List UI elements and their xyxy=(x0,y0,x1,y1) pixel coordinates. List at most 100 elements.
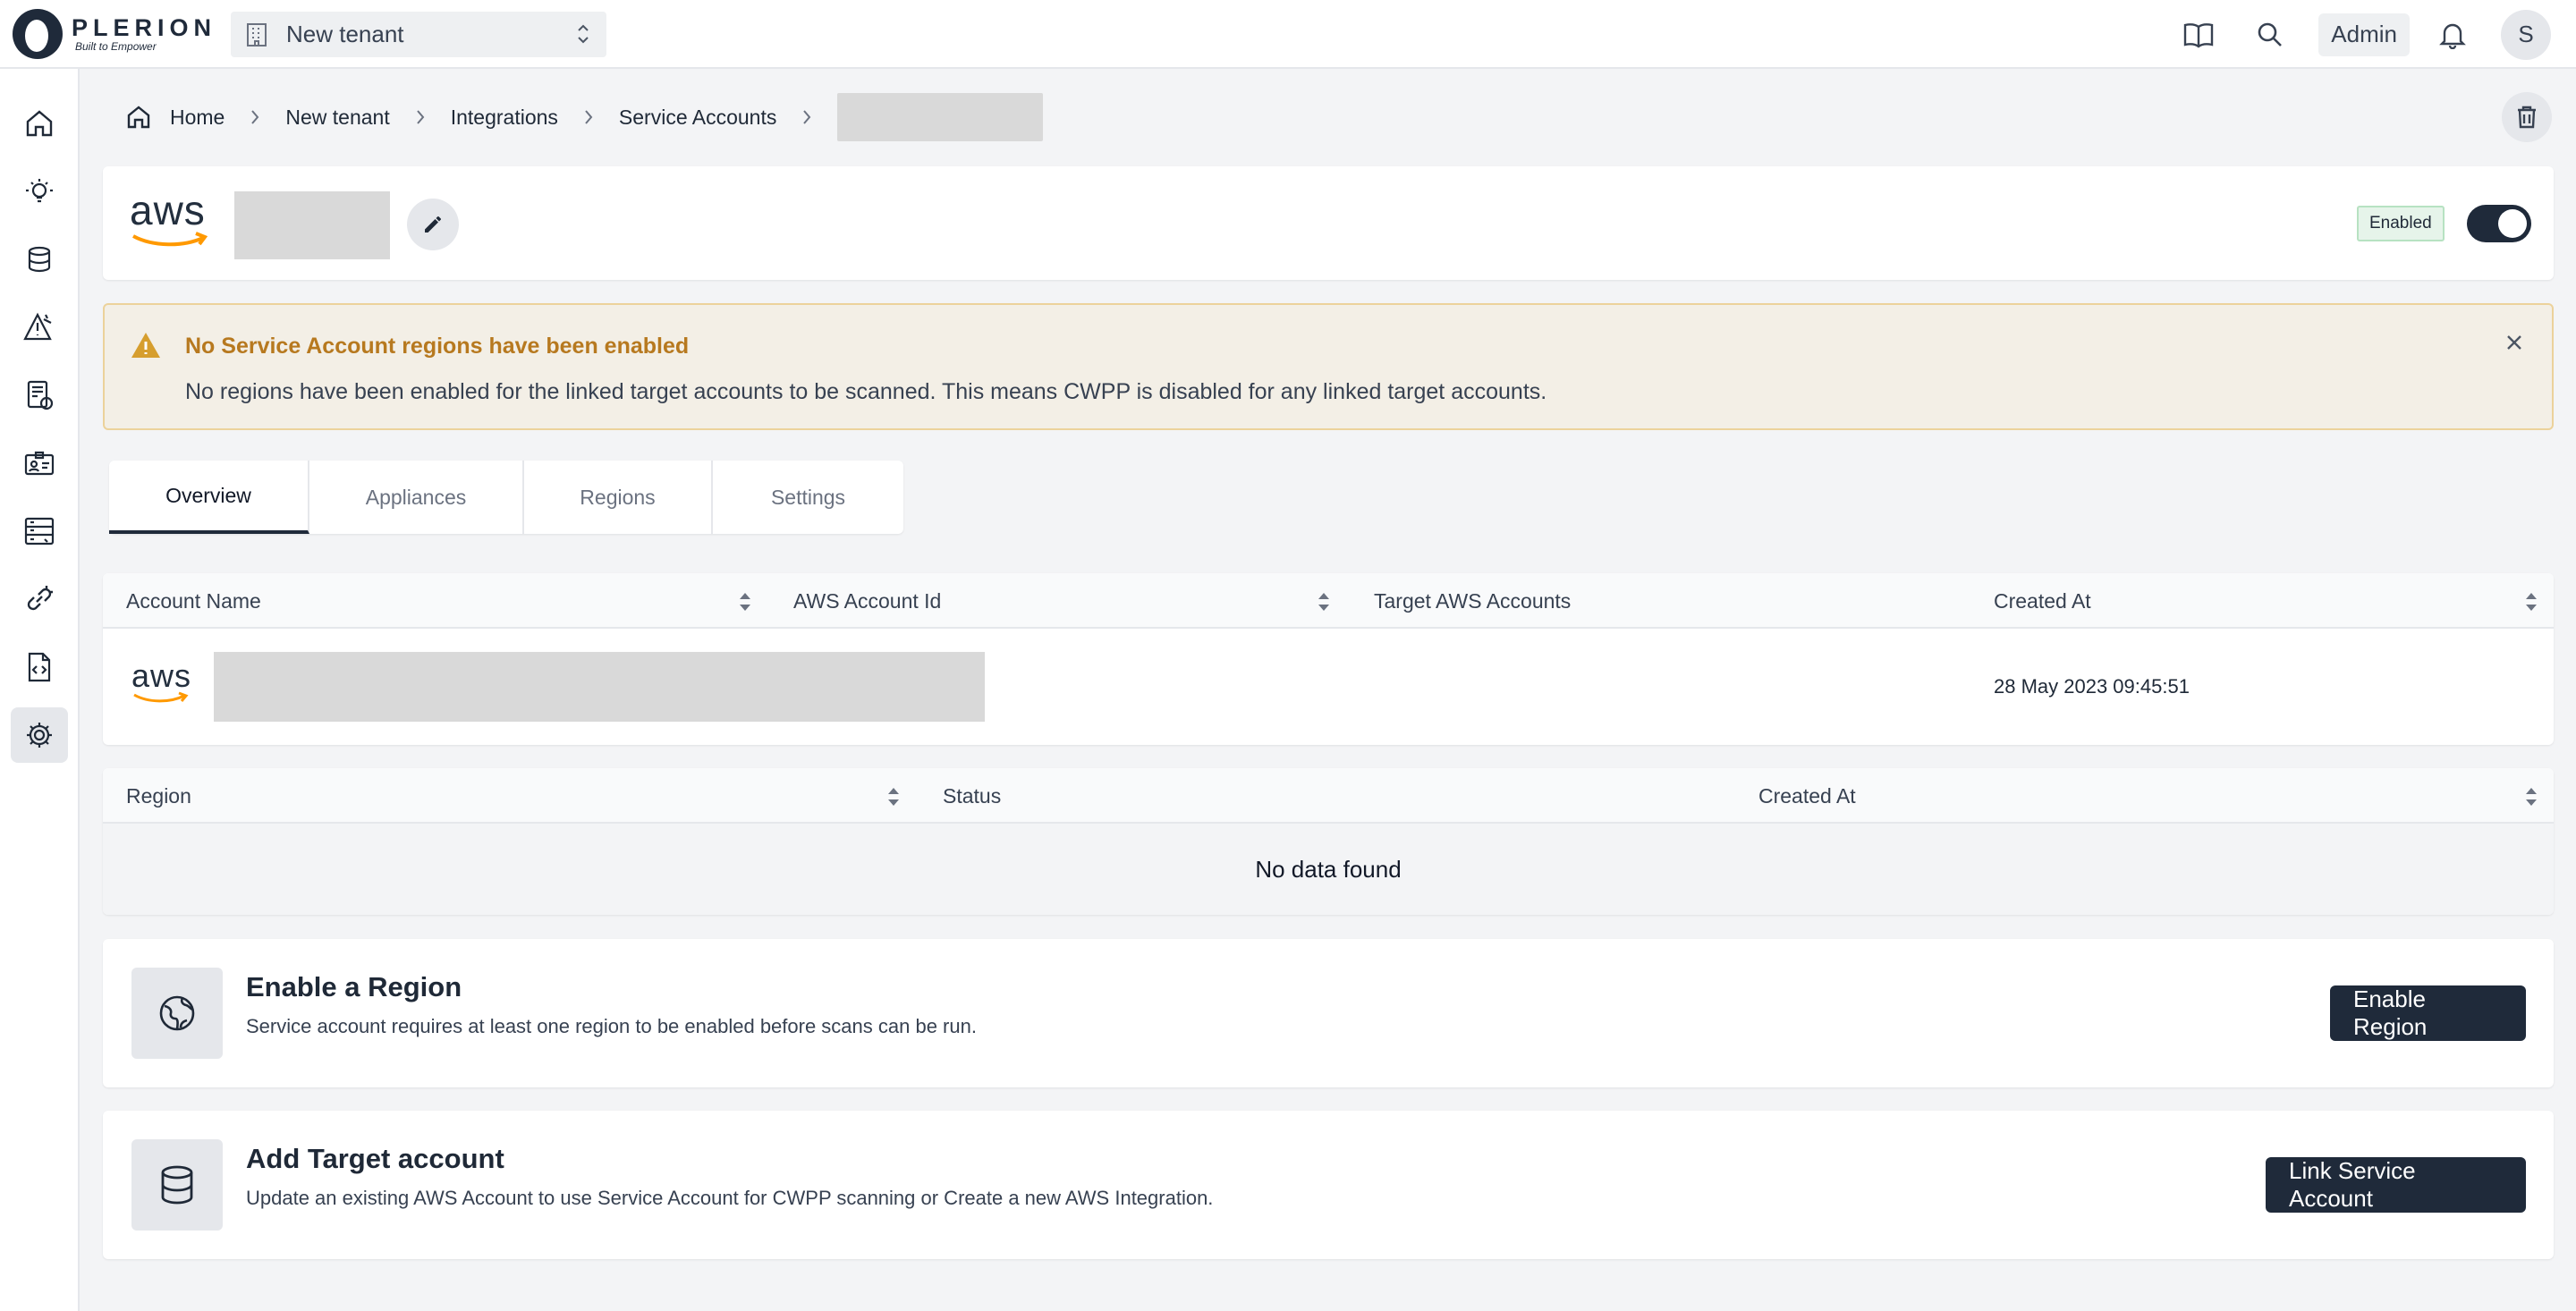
sort-icon[interactable] xyxy=(738,590,752,613)
lightbulb-icon xyxy=(26,179,53,203)
aws-logo-text: aws xyxy=(131,657,192,694)
database-icon xyxy=(131,1139,223,1231)
breadcrumb-integrations[interactable]: Integrations xyxy=(451,106,558,130)
report-shield-icon xyxy=(27,380,54,410)
status-badge: Enabled xyxy=(2357,206,2445,241)
home-icon xyxy=(127,106,150,129)
column-account-name[interactable]: Account Name xyxy=(126,573,261,629)
code-file-icon xyxy=(28,652,51,682)
tab-appliances[interactable]: Appliances xyxy=(309,461,524,534)
breadcrumb-current-redacted xyxy=(837,93,1044,141)
accounts-table: Account Name AWS Account Id Target AWS A… xyxy=(103,573,2554,745)
sidebar-item-integrations[interactable] xyxy=(11,571,68,627)
sort-icon[interactable] xyxy=(2524,590,2538,613)
chevron-right-icon xyxy=(250,108,260,126)
globe-icon xyxy=(131,968,223,1059)
warning-alert: No Service Account regions have been ena… xyxy=(103,303,2554,430)
chevron-right-icon xyxy=(415,108,426,126)
pencil-icon xyxy=(425,216,441,233)
database-icon xyxy=(28,246,51,273)
link-service-account-button[interactable]: Link Service Account xyxy=(2266,1157,2526,1213)
aws-logo: aws xyxy=(131,657,192,706)
enable-region-button[interactable]: Enable Region xyxy=(2330,985,2526,1041)
sidebar-item-settings[interactable] xyxy=(11,707,68,763)
sidebar-item-infrastructure[interactable] xyxy=(11,503,68,559)
brand-name: PLERION xyxy=(72,14,217,41)
sort-icon[interactable] xyxy=(2524,785,2538,808)
user-avatar[interactable]: S xyxy=(2501,9,2551,60)
breadcrumb: Home New tenant Integrations Service Acc… xyxy=(125,93,1044,141)
empty-state: No data found xyxy=(103,824,2554,915)
sidebar-item-api[interactable] xyxy=(11,639,68,695)
plerion-logo[interactable]: PLERION Built to Empower xyxy=(13,9,216,59)
service-account-header: aws Enabled xyxy=(103,166,2554,280)
search-icon[interactable] xyxy=(2247,12,2293,58)
top-right-actions: Admin S xyxy=(2175,0,2576,69)
sidebar-item-home[interactable] xyxy=(11,96,68,151)
chevron-right-icon xyxy=(583,108,594,126)
warning-cone-icon xyxy=(23,312,52,341)
sort-icon[interactable] xyxy=(1317,590,1331,613)
sidebar-item-compliance[interactable] xyxy=(11,368,68,423)
tab-settings[interactable]: Settings xyxy=(713,461,903,534)
aws-logo: aws xyxy=(130,190,210,250)
column-aws-account-id[interactable]: AWS Account Id xyxy=(793,573,941,629)
column-target-aws-accounts: Target AWS Accounts xyxy=(1374,588,1572,613)
chevron-right-icon xyxy=(801,108,812,126)
sidebar xyxy=(0,69,80,1311)
server-rack-icon xyxy=(24,517,55,546)
enable-region-description: Service account requires at least one re… xyxy=(246,1015,977,1037)
sidebar-item-assets[interactable] xyxy=(11,232,68,287)
table-row[interactable]: aws 28 May 2023 09:45:51 xyxy=(103,629,2554,745)
gear-icon xyxy=(27,723,52,748)
add-target-title: Add Target account xyxy=(246,1143,504,1174)
alert-body: No regions have been enabled for the lin… xyxy=(185,379,1547,404)
edit-name-button[interactable] xyxy=(407,199,459,250)
tab-regions[interactable]: Regions xyxy=(524,461,713,534)
sort-icon[interactable] xyxy=(886,785,901,808)
alert-title: No Service Account regions have been ena… xyxy=(185,334,690,359)
accounts-table-header: Account Name AWS Account Id Target AWS A… xyxy=(103,573,2554,629)
warning-triangle-icon xyxy=(131,333,160,358)
breadcrumb-service-accounts[interactable]: Service Accounts xyxy=(619,106,776,130)
breadcrumb-tenant[interactable]: New tenant xyxy=(285,106,389,130)
home-icon xyxy=(26,110,53,137)
add-target-description: Update an existing AWS Account to use Se… xyxy=(246,1187,1214,1209)
aws-logo-text: aws xyxy=(130,187,206,233)
breadcrumb-home-label: Home xyxy=(170,105,225,129)
building-icon xyxy=(247,22,267,47)
tenant-selector[interactable]: New tenant xyxy=(231,12,606,57)
column-created-at[interactable]: Created At xyxy=(1758,768,1856,824)
top-bar: PLERION Built to Empower New tenant Admi… xyxy=(0,0,2576,69)
bell-icon[interactable] xyxy=(2429,12,2476,58)
aws-smile-icon xyxy=(133,691,189,703)
regions-table-header: Region Status Created At xyxy=(103,768,2554,824)
aws-smile-icon xyxy=(132,232,208,247)
column-region[interactable]: Region xyxy=(126,768,191,824)
account-name-redacted xyxy=(234,191,390,259)
sidebar-item-risks[interactable] xyxy=(11,300,68,355)
brand-tagline: Built to Empower xyxy=(75,40,157,53)
add-target-card: Add Target account Update an existing AW… xyxy=(103,1111,2554,1259)
column-status: Status xyxy=(943,783,1002,808)
tab-bar: Overview Appliances Regions Settings xyxy=(109,461,903,534)
sidebar-item-insights[interactable] xyxy=(11,164,68,219)
account-row-redacted xyxy=(214,652,985,722)
enable-region-title: Enable a Region xyxy=(246,971,462,1002)
regions-table: Region Status Created At No data found xyxy=(103,768,2554,915)
breadcrumb-home[interactable]: Home xyxy=(125,104,225,131)
enabled-toggle[interactable] xyxy=(2467,205,2531,242)
delete-button[interactable] xyxy=(2502,92,2552,142)
chevron-up-down-icon xyxy=(578,24,589,44)
admin-button[interactable]: Admin xyxy=(2318,13,2410,56)
column-created-at[interactable]: Created At xyxy=(1994,573,2091,629)
link-icon xyxy=(27,586,53,611)
plerion-logo-mark xyxy=(13,9,63,59)
created-at-value: 28 May 2023 09:45:51 xyxy=(1994,675,2190,698)
docs-book-icon[interactable] xyxy=(2175,12,2222,58)
trash-icon xyxy=(2518,106,2536,129)
tab-overview[interactable]: Overview xyxy=(109,461,309,534)
sidebar-item-identities[interactable] xyxy=(11,436,68,491)
close-icon[interactable] xyxy=(2498,326,2530,359)
tenant-name: New tenant xyxy=(286,21,404,47)
